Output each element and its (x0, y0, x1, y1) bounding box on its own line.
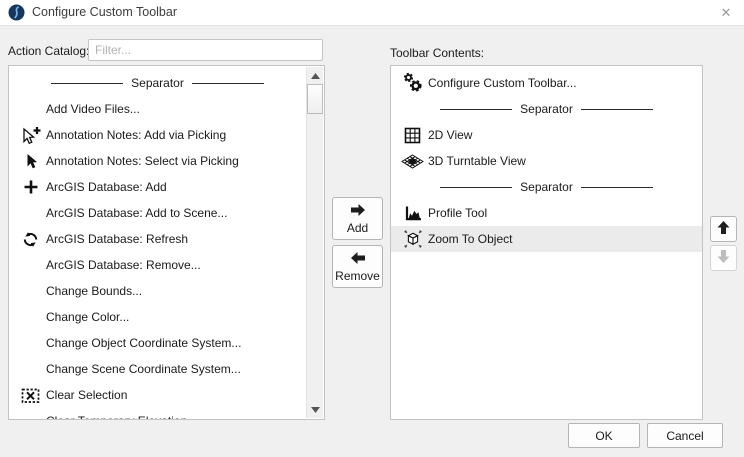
item-label: ArcGIS Database: Refresh (46, 232, 188, 246)
separator-item[interactable]: Separator (9, 70, 306, 96)
toolbar-contents-label: Toolbar Contents: (390, 46, 484, 60)
zoom-object-icon (397, 229, 428, 249)
item-label: 2D View (428, 128, 472, 142)
item-label: Change Scene Coordinate System... (46, 362, 241, 376)
separator-line (440, 187, 512, 188)
separator-line (440, 109, 512, 110)
refresh-icon (15, 231, 46, 248)
plus-icon (15, 179, 46, 195)
dialog-title: Configure Custom Toolbar (32, 0, 177, 25)
item-label: ArcGIS Database: Add to Scene... (46, 206, 227, 220)
separator-item[interactable]: Separator (391, 96, 702, 122)
toolbar-contents-item[interactable]: 3D Turntable View (391, 148, 702, 174)
gears-icon (397, 72, 428, 94)
arrow-right-icon (349, 203, 367, 220)
separator-line (581, 109, 653, 110)
item-label: Annotation Notes: Select via Picking (46, 154, 239, 168)
item-label: Clear Temporary Elevation... (46, 414, 197, 420)
separator-label: Separator (520, 180, 573, 194)
separator-item[interactable]: Separator (391, 174, 702, 200)
action-catalog-label: Action Catalog: (8, 44, 89, 58)
item-label: Profile Tool (428, 206, 487, 220)
arrow-down-icon (716, 249, 731, 267)
action-catalog-item[interactable]: Change Object Coordinate System... (9, 330, 306, 356)
action-catalog-item[interactable]: ArcGIS Database: Refresh (9, 226, 306, 252)
remove-button-label: Remove (335, 269, 380, 283)
item-label: Configure Custom Toolbar... (428, 76, 577, 90)
scrollbar[interactable] (306, 67, 323, 418)
cursor-add-icon (15, 126, 46, 145)
scrollbar-thumb[interactable] (307, 84, 323, 114)
separator-line (581, 187, 653, 188)
close-icon[interactable]: ✕ (713, 1, 739, 24)
scroll-down-icon[interactable] (307, 401, 323, 418)
clear-selection-icon (15, 387, 46, 404)
action-catalog-item[interactable]: Clear Selection (9, 382, 306, 408)
action-catalog-item[interactable]: Add Video Files... (9, 96, 306, 122)
item-label: 3D Turntable View (428, 154, 526, 168)
action-catalog-item[interactable]: Change Scene Coordinate System... (9, 356, 306, 382)
ok-button[interactable]: OK (568, 423, 640, 448)
cancel-button[interactable]: Cancel (647, 423, 723, 448)
move-down-button[interactable] (710, 245, 737, 271)
item-label: Add Video Files... (46, 102, 140, 116)
item-label: ArcGIS Database: Remove... (46, 258, 201, 272)
action-catalog-list[interactable]: Separator Add Video Files... Annotation No… (8, 65, 325, 420)
add-button-label: Add (347, 221, 368, 235)
toolbar-contents-item[interactable]: Configure Custom Toolbar... (391, 70, 702, 96)
item-label: Clear Selection (46, 388, 127, 402)
action-catalog-item[interactable]: Annotation Notes: Select via Picking (9, 148, 306, 174)
item-label: Zoom To Object (428, 232, 512, 246)
remove-button[interactable]: Remove (332, 245, 383, 288)
add-button[interactable]: Add (332, 197, 383, 240)
action-catalog-item[interactable]: Change Bounds... (9, 278, 306, 304)
toolbar-contents-list[interactable]: Configure Custom Toolbar... Separator 2D V… (390, 65, 703, 420)
item-label: Change Color... (46, 310, 129, 324)
profile-chart-icon (397, 205, 428, 222)
configure-custom-toolbar-dialog: { "window": { "title": "Configure Custom… (0, 0, 744, 457)
action-catalog-item[interactable]: Annotation Notes: Add via Picking (9, 122, 306, 148)
arrow-left-icon (349, 251, 367, 268)
item-label: Annotation Notes: Add via Picking (46, 128, 226, 142)
toolbar-contents-item[interactable]: Zoom To Object (391, 226, 702, 252)
scroll-up-icon[interactable] (307, 67, 323, 84)
separator-label: Separator (520, 102, 573, 116)
move-up-button[interactable] (710, 216, 737, 242)
dialog-titlebar[interactable]: Configure Custom Toolbar ✕ (0, 0, 744, 26)
action-catalog-item[interactable]: ArcGIS Database: Remove... (9, 252, 306, 278)
arrow-up-icon (716, 220, 731, 238)
separator-line (192, 83, 264, 84)
turntable-3d-icon (397, 154, 428, 169)
cursor-icon (15, 153, 46, 170)
app-logo-icon (8, 4, 25, 21)
toolbar-contents-item[interactable]: Profile Tool (391, 200, 702, 226)
filter-input[interactable] (88, 39, 323, 61)
toolbar-contents-item[interactable]: 2D View (391, 122, 702, 148)
separator-label: Separator (131, 76, 184, 90)
item-label: ArcGIS Database: Add (46, 180, 167, 194)
action-catalog-item[interactable]: ArcGIS Database: Add to Scene... (9, 200, 306, 226)
item-label: Change Bounds... (46, 284, 142, 298)
action-catalog-item[interactable]: Change Color... (9, 304, 306, 330)
separator-line (51, 83, 123, 84)
action-catalog-item[interactable]: Clear Temporary Elevation... (9, 408, 306, 420)
grid-2d-icon (397, 127, 428, 144)
item-label: Change Object Coordinate System... (46, 336, 241, 350)
action-catalog-item[interactable]: ArcGIS Database: Add (9, 174, 306, 200)
